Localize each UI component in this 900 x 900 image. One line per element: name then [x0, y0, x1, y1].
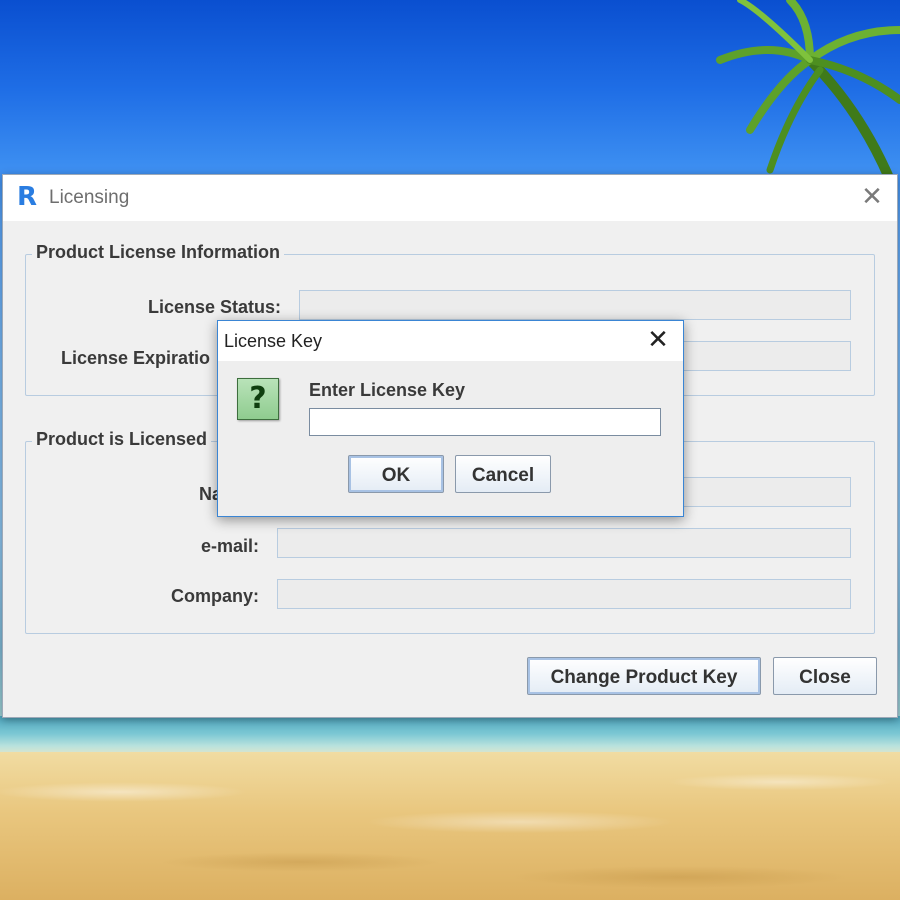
enter-license-key-label: Enter License Key [309, 380, 466, 400]
sand-background [0, 752, 900, 900]
ok-button[interactable]: OK [348, 455, 444, 493]
license-expiration-label: License Expiratio [61, 348, 211, 368]
name-field[interactable] [683, 477, 851, 507]
license-expiration-field[interactable] [683, 341, 851, 371]
licensing-title-bar[interactable]: R Licensing ✕ [3, 175, 897, 221]
company-field[interactable] [277, 579, 851, 609]
question-icon: ? [237, 378, 279, 420]
email-label: e-mail: [200, 536, 259, 556]
change-product-key-button[interactable]: Change Product Key [527, 657, 761, 695]
license-key-title-bar[interactable]: License Key ✕ [218, 321, 683, 361]
license-status-field[interactable] [299, 290, 851, 320]
close-button[interactable]: Close [773, 657, 877, 695]
license-status-label: License Status: [147, 297, 281, 317]
product-license-info-legend: Product License Information [32, 242, 285, 263]
palm-tree-image [716, 0, 900, 180]
company-label: Company: [170, 586, 259, 606]
close-icon[interactable]: ✕ [645, 327, 671, 353]
license-key-dialog-title: License Key [224, 331, 323, 351]
r-logo-icon: R [17, 182, 38, 212]
close-icon[interactable]: ✕ [859, 184, 885, 210]
license-key-dialog: License Key ✕ ? Enter License Key OK Can… [217, 320, 684, 517]
sea-background [0, 716, 900, 756]
licensing-title: Licensing [49, 187, 130, 208]
email-field[interactable] [277, 528, 851, 558]
license-key-input[interactable] [309, 408, 661, 436]
cancel-button[interactable]: Cancel [455, 455, 551, 493]
product-licensed-to-legend: Product is Licensed [32, 429, 212, 450]
